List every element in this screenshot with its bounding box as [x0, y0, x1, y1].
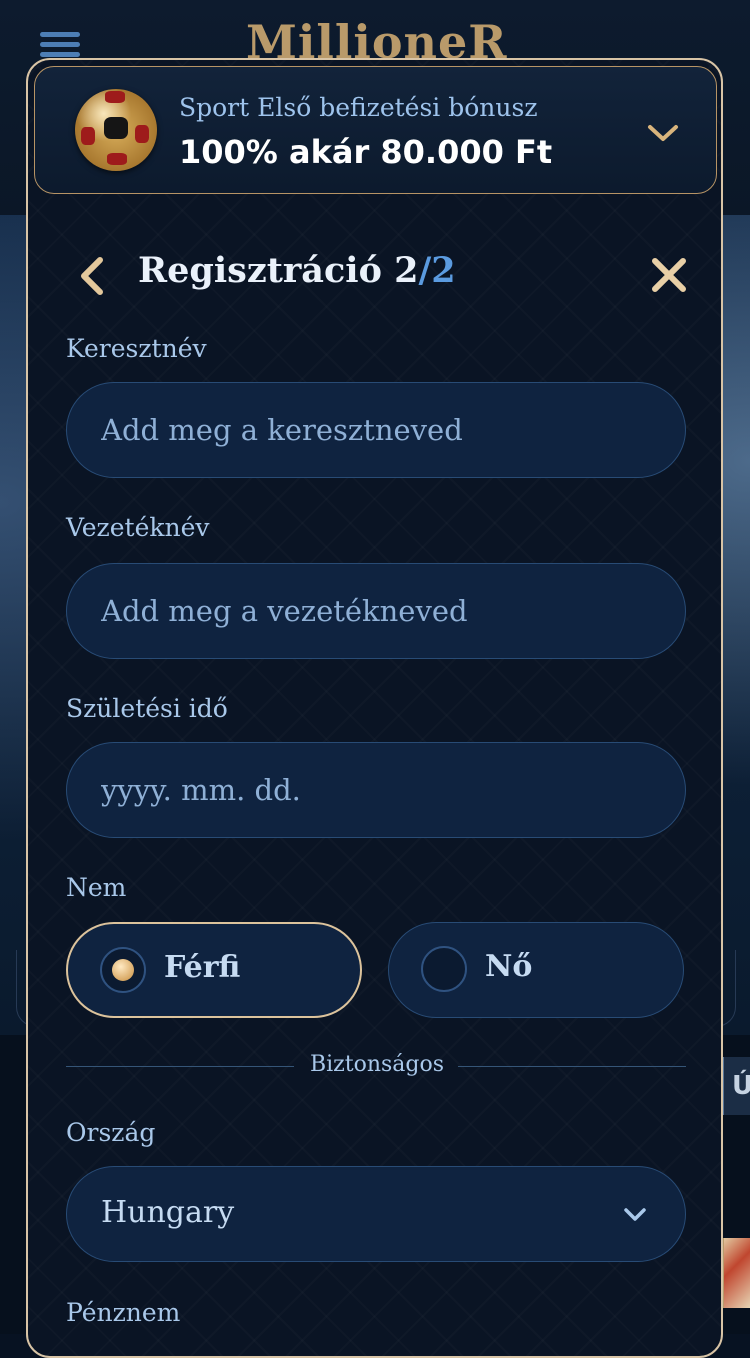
gender-option-label: Férfi [164, 950, 241, 985]
first-name-label: Keresztnév [66, 334, 207, 363]
bonus-title: 100% akár 80.000 Ft [179, 133, 553, 171]
page-title: Regisztráció 2/2 [138, 250, 456, 291]
background-side-tab[interactable]: Ú [722, 1057, 750, 1115]
gender-option-label: Nő [485, 949, 533, 984]
radio-unselected-icon [421, 946, 467, 992]
title-separator: / [418, 250, 432, 291]
gender-option-female[interactable]: Nő [388, 922, 684, 1018]
title-step-total: 2 [431, 250, 456, 291]
gender-label: Nem [66, 873, 127, 902]
last-name-input[interactable] [66, 563, 686, 659]
chevron-down-icon[interactable] [647, 123, 679, 143]
country-label: Ország [66, 1118, 156, 1147]
country-select[interactable]: Hungary [66, 1166, 686, 1262]
chevron-down-icon [624, 1208, 646, 1221]
back-arrow-icon[interactable] [76, 256, 106, 296]
bonus-subtitle: Sport Első befizetési bónusz [179, 93, 538, 122]
background-game-thumbnail[interactable] [722, 1238, 750, 1308]
divider-line-left [66, 1066, 294, 1067]
gender-option-male[interactable]: Férfi [66, 922, 362, 1018]
secure-divider-label: Biztonságos [309, 1052, 445, 1077]
first-name-input[interactable] [66, 382, 686, 478]
title-main: Regisztráció 2 [138, 250, 419, 291]
birth-date-input[interactable] [66, 742, 686, 838]
close-icon[interactable] [650, 256, 688, 294]
currency-label: Pénznem [66, 1298, 181, 1327]
bonus-banner[interactable]: Sport Első befizetési bónusz 100% akár 8… [34, 66, 717, 194]
country-value: Hungary [101, 1195, 235, 1230]
last-name-label: Vezetéknév [66, 513, 210, 542]
divider-line-right [458, 1066, 686, 1067]
registration-modal: Sport Első befizetési bónusz 100% akár 8… [26, 58, 723, 1358]
hamburger-menu-icon[interactable] [40, 32, 80, 57]
radio-selected-icon [100, 947, 146, 993]
birth-date-label: Születési idő [66, 694, 228, 723]
football-icon [75, 89, 157, 171]
